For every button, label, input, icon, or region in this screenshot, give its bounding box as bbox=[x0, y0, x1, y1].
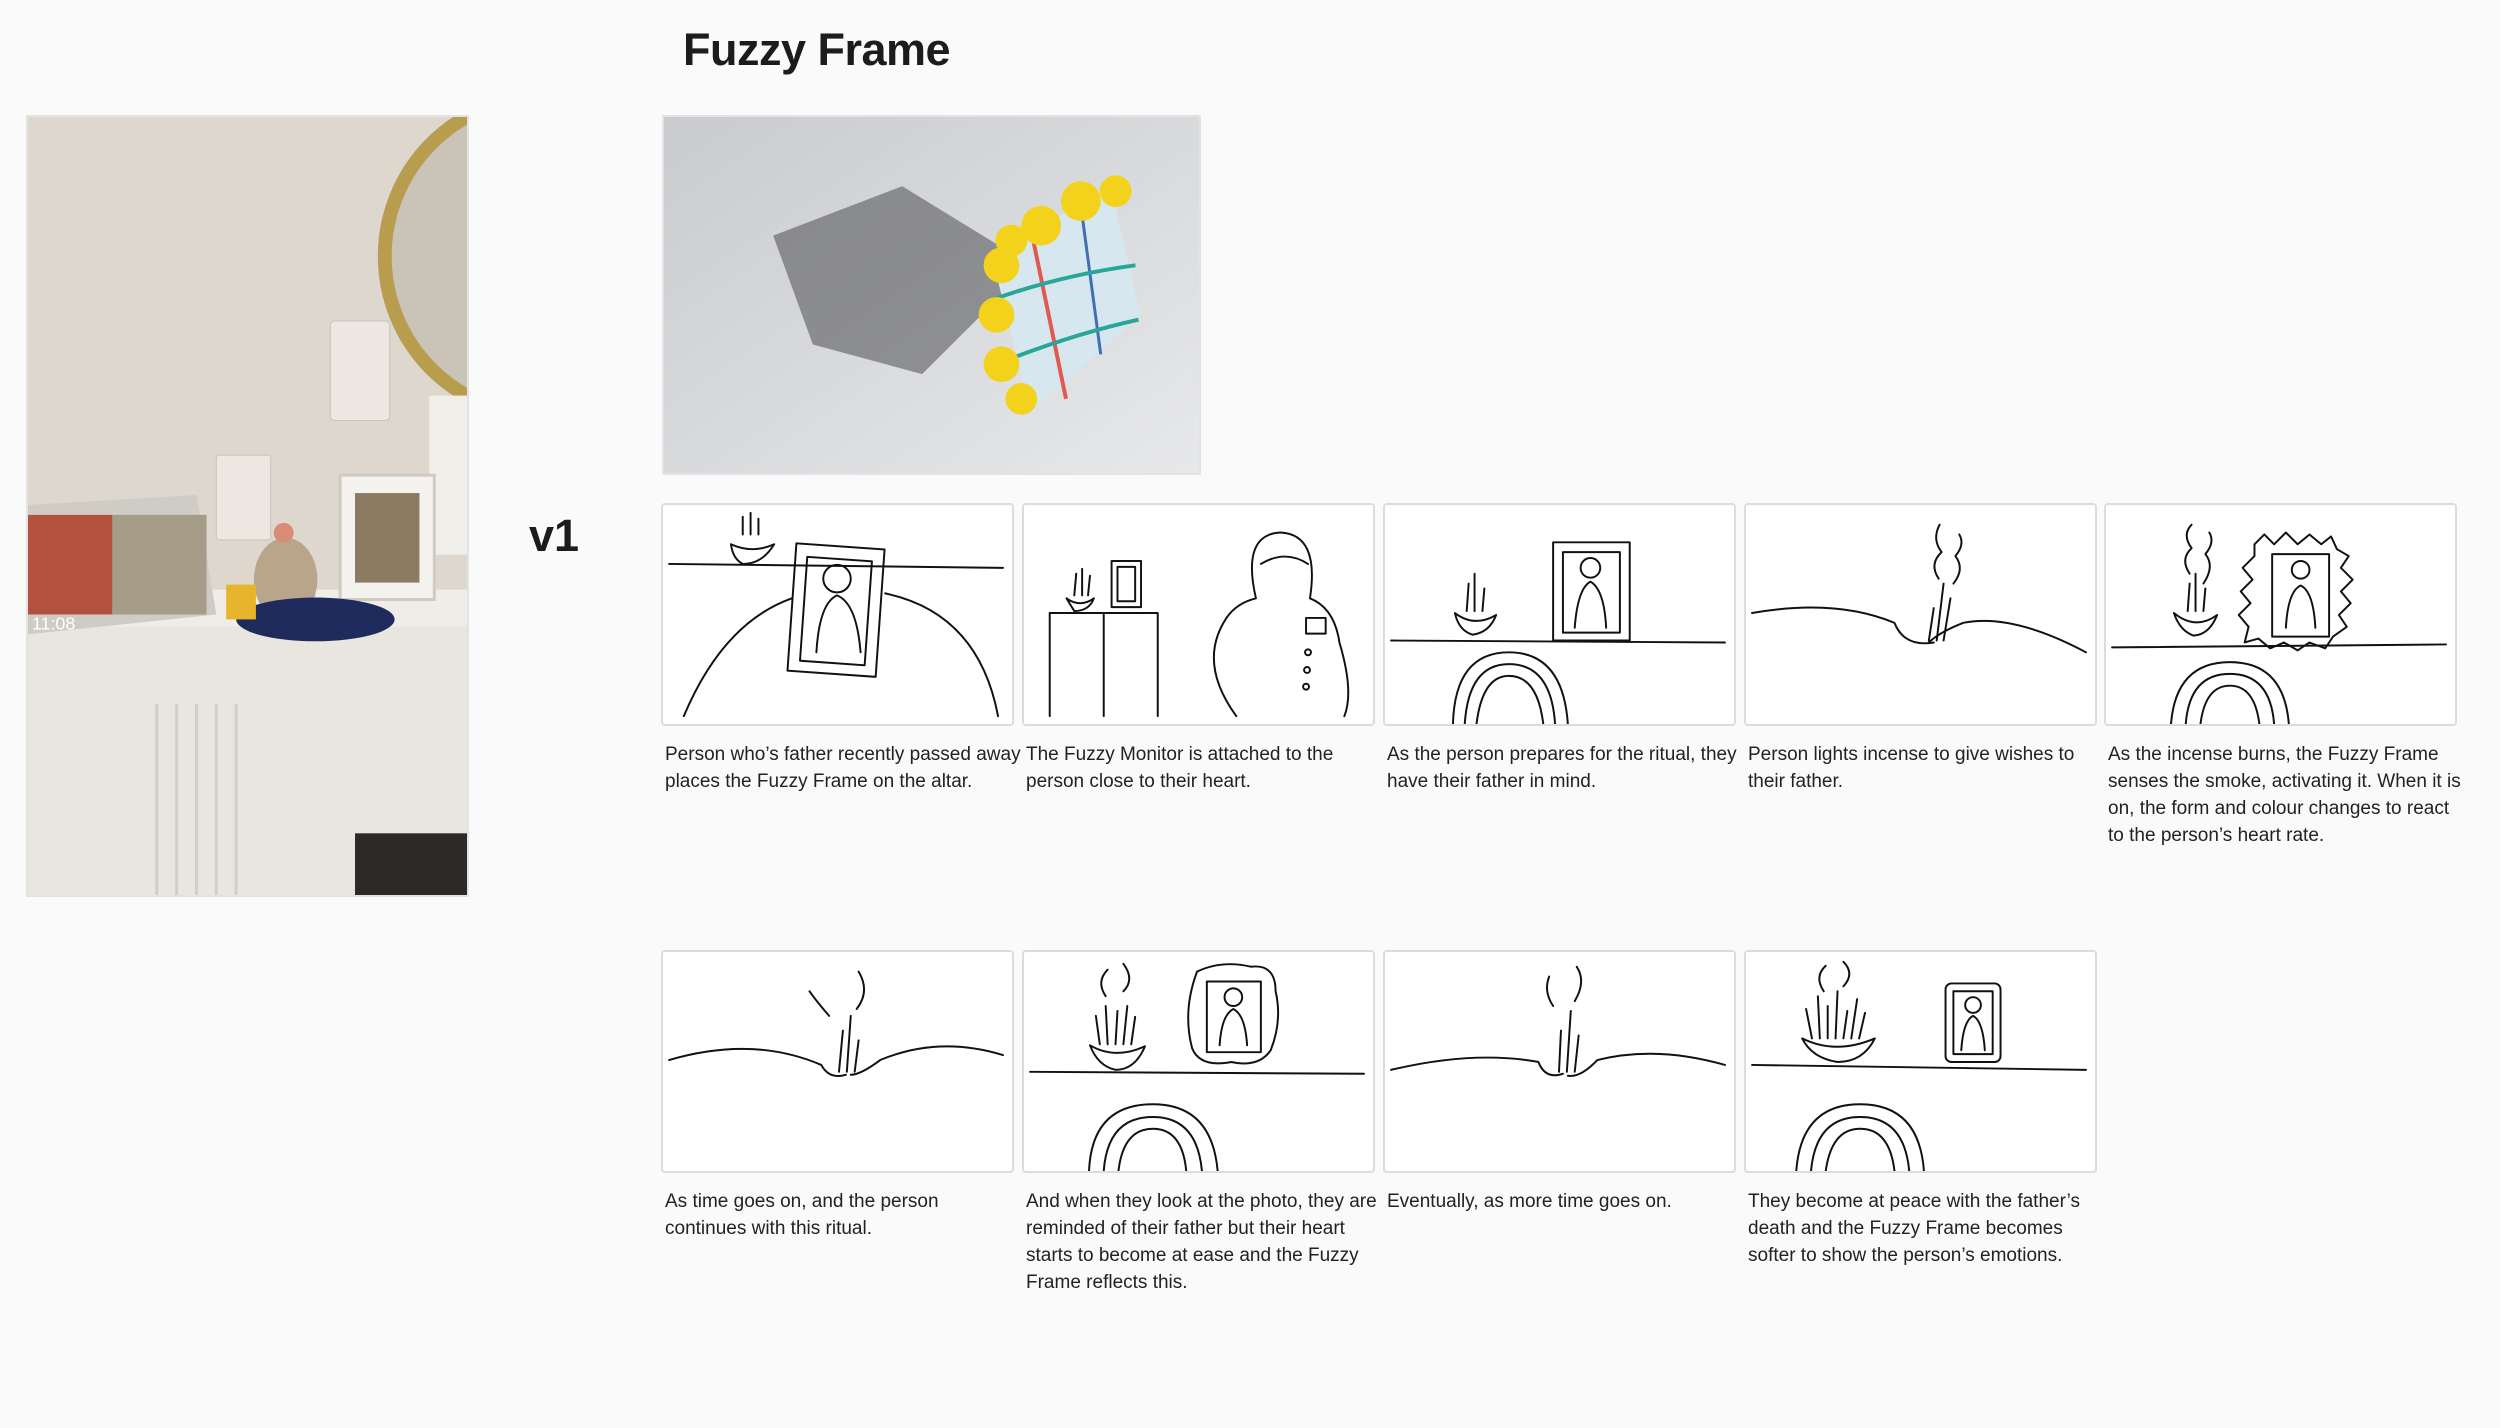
storyboard-frame-6 bbox=[661, 950, 1014, 1173]
altar-photo: 11:08 bbox=[26, 115, 469, 897]
storyboard-frame-4 bbox=[1744, 503, 2097, 726]
storyboard-caption-3: As the person prepares for the ritual, t… bbox=[1387, 744, 1737, 792]
storyboard-frame-2 bbox=[1022, 503, 1375, 726]
storyboard-caption-2: The Fuzzy Monitor is attached to the per… bbox=[1026, 744, 1334, 792]
storyboard-frame-5 bbox=[2104, 503, 2457, 726]
display-clock: 11:08 bbox=[32, 613, 75, 633]
storyboard-frame-9 bbox=[1744, 950, 2097, 1173]
storyboard-caption-1: Person who’s father recently passed away… bbox=[665, 744, 1021, 792]
storyboard-caption-4: Person lights incense to give wishes to … bbox=[1748, 744, 2075, 792]
storyboard-frame-1 bbox=[661, 503, 1014, 726]
storyboard-frame-7 bbox=[1022, 950, 1375, 1173]
storyboard-caption-6: As time goes on, and the person continue… bbox=[665, 1191, 939, 1239]
storyboard-caption-7: And when they look at the photo, they ar… bbox=[1026, 1191, 1377, 1293]
storyboard-caption-9: They become at peace with the father’s d… bbox=[1748, 1191, 2080, 1266]
storyboard-frame-3 bbox=[1383, 503, 1736, 726]
storyboard-caption-8: Eventually, as more time goes on. bbox=[1387, 1191, 1672, 1212]
page-title: Fuzzy Frame bbox=[683, 24, 951, 75]
storyboard-caption-5: As the incense burns, the Fuzzy Frame se… bbox=[2108, 744, 2461, 846]
prototype-photo bbox=[662, 115, 1201, 475]
storyboard-frame-8 bbox=[1383, 950, 1736, 1173]
version-label: v1 bbox=[529, 510, 580, 561]
